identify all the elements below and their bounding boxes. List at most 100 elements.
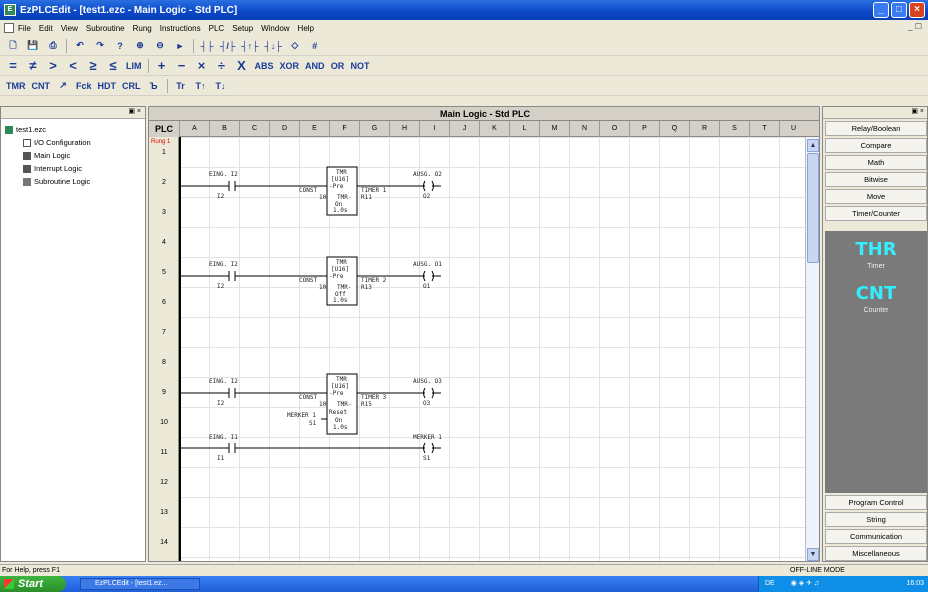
x-icon[interactable]: X [235,58,249,73]
undo-icon[interactable]: ↶ [73,39,87,53]
divide-icon[interactable]: ÷ [215,58,229,73]
timer-instruction-icon[interactable]: THR [825,239,927,260]
return-icon[interactable]: Ъ [147,79,161,93]
timer-register: R15 [361,401,372,408]
equal-icon[interactable]: = [6,58,20,73]
close-icon[interactable]: × [909,2,925,18]
instruction-panel-header[interactable]: ▣ × [823,107,927,119]
transfer-down-icon[interactable]: T↓ [214,79,228,93]
tree-item-interrupt-logic[interactable]: Interrupt Logic [23,164,82,173]
add-icon[interactable]: + [155,58,169,73]
jump-icon[interactable]: ↗ [56,79,70,93]
branch-icon[interactable]: # [308,39,322,53]
menu-window[interactable]: Window [261,24,289,33]
for-icon[interactable]: Fck [76,79,92,93]
timer-title[interactable]: TMR [336,169,347,176]
scroll-down-icon[interactable]: ▼ [807,548,819,561]
category-math[interactable]: Math [825,155,927,170]
coil-label[interactable]: AUSG. O3 [413,378,442,385]
contact-label[interactable]: EING. I2 [209,171,238,178]
help-icon[interactable]: ? [113,39,127,53]
print-icon[interactable]: ⎙ [46,39,60,53]
zoom-in-icon[interactable]: ⊕ [133,39,147,53]
tree-root[interactable]: test1.ezc [5,125,46,134]
call-icon[interactable]: CRL [122,79,141,93]
minimize-icon[interactable]: _ [873,2,889,18]
coil-label[interactable]: MERKER 1 [413,434,442,441]
contact-no-icon[interactable]: ┤├ [200,39,214,53]
contact-label[interactable]: EING. I2 [209,261,238,268]
tree-item-subroutine-logic[interactable]: Subroutine Logic [23,177,90,186]
reset-merker-label[interactable]: MERKER 1 [287,412,316,419]
transfer-up-icon[interactable]: T↑ [194,79,208,93]
zoom-out-icon[interactable]: ⊖ [153,39,167,53]
scroll-thumb[interactable] [807,153,819,263]
maximize-icon[interactable]: □ [891,2,907,18]
category-program-control[interactable]: Program Control [825,495,927,510]
contact-label[interactable]: EING. I2 [209,378,238,385]
start-button[interactable]: Start [0,576,66,592]
tree-item-io-configuration[interactable]: I/O Configuration [23,138,91,147]
and-icon[interactable]: AND [305,59,325,73]
contact-rising-icon[interactable]: ┤↑├ [241,39,258,53]
contact-label[interactable]: EING. I1 [209,434,238,441]
windows-logo-icon [4,579,14,589]
ladder-editor[interactable]: Main Logic - Std PLC PLC A B C D E F G H… [148,106,820,562]
menu-view[interactable]: View [61,24,78,33]
category-relay-boolean[interactable]: Relay/Boolean [825,121,927,136]
menu-plc[interactable]: PLC [209,24,225,33]
menu-instructions[interactable]: Instructions [160,24,201,33]
less-icon[interactable]: < [66,58,80,73]
timer-tool-icon[interactable]: TMR [6,79,26,93]
coil-icon[interactable]: ◇ [288,39,302,53]
abs-icon[interactable]: ABS [255,59,274,73]
language-indicator[interactable]: DE [765,580,775,587]
timer-output: TMR- [337,284,352,291]
save-icon[interactable]: 💾 [26,39,40,53]
new-file-icon[interactable]: 🗋 [6,39,20,53]
contact-falling-icon[interactable]: ┤↓├ [265,39,282,53]
project-panel-header[interactable]: ▣ × [1,107,145,119]
pointer-icon[interactable]: ► [173,39,187,53]
category-timer-counter[interactable]: Timer/Counter [825,206,927,221]
redo-icon[interactable]: ↷ [93,39,107,53]
coil-label[interactable]: AUSG. O2 [413,171,442,178]
category-miscellaneous[interactable]: Miscellaneous [825,546,927,561]
timer-title[interactable]: TMR [336,376,347,383]
tree-item-main-logic[interactable]: Main Logic [23,151,70,160]
category-communication[interactable]: Communication [825,529,927,544]
menu-subroutine[interactable]: Subroutine [86,24,125,33]
or-icon[interactable]: OR [331,59,345,73]
counter-tool-icon[interactable]: CNT [32,79,51,93]
coil-label[interactable]: AUSG. O1 [413,261,442,268]
menu-edit[interactable]: Edit [39,24,53,33]
category-bitwise[interactable]: Bitwise [825,172,927,187]
timer-title[interactable]: TMR [336,259,347,266]
menu-help[interactable]: Help [298,24,314,33]
menu-rung[interactable]: Rung [133,24,152,33]
transfer-icon[interactable]: Tr [174,79,188,93]
menu-setup[interactable]: Setup [232,24,253,33]
category-compare[interactable]: Compare [825,138,927,153]
greater-icon[interactable]: > [46,58,60,73]
multiply-icon[interactable]: × [195,58,209,73]
counter-instruction-icon[interactable]: CNT [825,283,927,304]
not-icon[interactable]: NOT [351,59,370,73]
mdi-controls[interactable]: _ ☐ [908,22,922,31]
category-move[interactable]: Move [825,189,927,204]
taskbar-app-button[interactable]: EzPLCEdit - [test1.ez... [80,578,200,590]
limit-icon[interactable]: LIM [126,59,142,73]
vertical-scrollbar[interactable]: ▲ ▼ [805,137,819,561]
tree-item-label: Subroutine Logic [34,177,91,186]
xor-icon[interactable]: XOR [280,59,300,73]
next-icon[interactable]: HDT [98,79,117,93]
greater-equal-icon[interactable]: ≥ [86,58,100,73]
contact-nc-icon[interactable]: ┤/├ [220,39,235,53]
less-equal-icon[interactable]: ≤ [106,58,120,73]
not-equal-icon[interactable]: ≠ [26,58,40,73]
tray-icons[interactable]: ◉ ◈ ✈ ♫ [791,580,819,587]
menu-file[interactable]: File [18,24,31,33]
subtract-icon[interactable]: − [175,58,189,73]
scroll-up-icon[interactable]: ▲ [807,139,819,152]
category-string[interactable]: String [825,512,927,527]
